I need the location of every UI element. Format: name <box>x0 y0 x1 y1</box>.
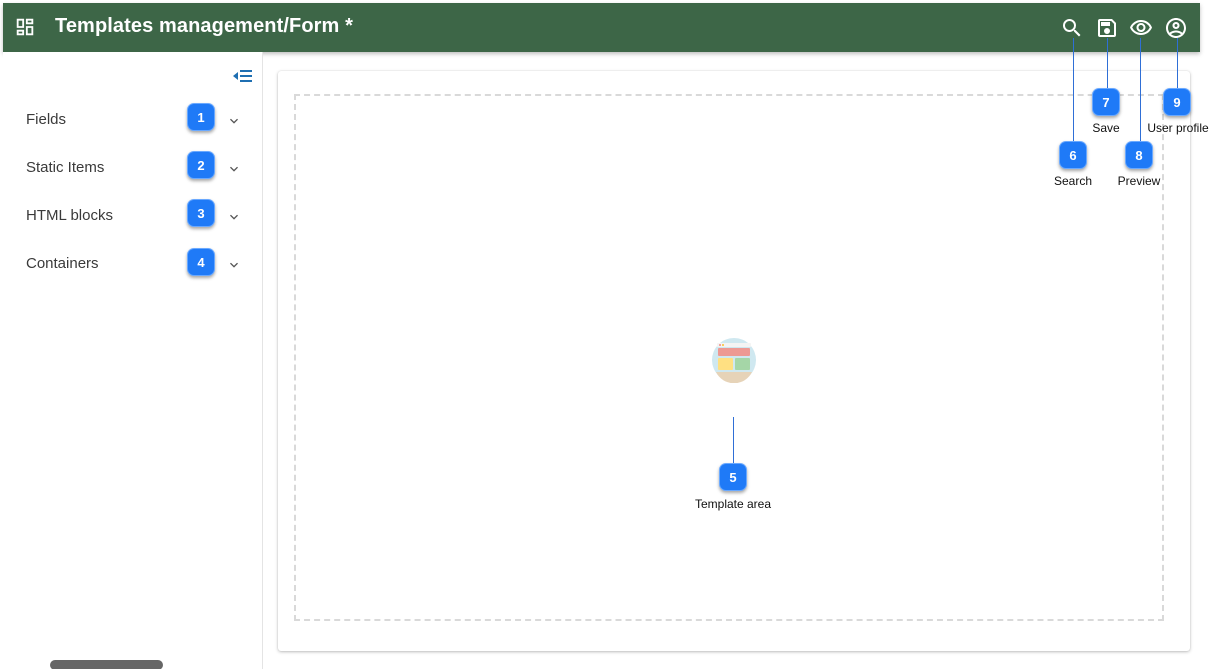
callout-badge-user-profile: 9 <box>1163 88 1191 116</box>
callout-badge-save: 7 <box>1092 88 1120 116</box>
app-header: Templates management/Form * <box>3 3 1200 52</box>
callout-label-save: Save <box>1092 121 1120 135</box>
sidebar: Fields Static Items HTML blocks Containe… <box>3 52 263 669</box>
sidebar-item-html-blocks[interactable]: HTML blocks <box>3 195 262 239</box>
callout-line-search <box>1073 38 1074 141</box>
callout-label-search: Search <box>1053 174 1093 188</box>
callout-line-save <box>1107 38 1108 88</box>
apps-icon[interactable] <box>14 16 36 38</box>
chevron-down-icon[interactable] <box>226 257 242 273</box>
callout-badge-html-blocks: 3 <box>187 199 215 227</box>
search-icon[interactable] <box>1060 16 1084 40</box>
horizontal-scrollbar[interactable] <box>50 660 163 669</box>
chevron-down-icon[interactable] <box>226 113 242 129</box>
chevron-down-icon[interactable] <box>226 161 242 177</box>
callout-label-template-area: Template area <box>694 497 772 511</box>
page-title: Templates management/Form * <box>55 15 353 37</box>
chevron-down-icon[interactable] <box>226 209 242 225</box>
save-icon[interactable] <box>1095 16 1119 40</box>
sidebar-item-label: Fields <box>26 111 67 128</box>
callout-badge-fields: 1 <box>187 103 215 131</box>
callout-badge-template-area: 5 <box>719 463 747 491</box>
callout-line-template-area <box>733 417 734 463</box>
sidebar-item-label: Static Items <box>26 159 105 176</box>
callout-label-preview: Preview <box>1117 174 1161 188</box>
template-layout-illustration-icon <box>712 338 756 383</box>
callout-line-user-profile <box>1177 38 1178 88</box>
preview-eye-icon[interactable] <box>1129 16 1153 40</box>
callout-badge-static-items: 2 <box>187 151 215 179</box>
sidebar-item-label: Containers <box>26 255 99 272</box>
sidebar-item-static-items[interactable]: Static Items <box>3 147 262 191</box>
collapse-menu-icon[interactable] <box>232 68 254 84</box>
callout-badge-containers: 4 <box>187 248 215 276</box>
sidebar-item-label: HTML blocks <box>26 207 113 224</box>
user-profile-icon[interactable] <box>1164 16 1188 40</box>
callout-badge-search: 6 <box>1059 141 1087 169</box>
callout-label-user-profile: User profile <box>1147 121 1209 135</box>
callout-badge-preview: 8 <box>1125 141 1153 169</box>
callout-line-preview <box>1140 38 1141 141</box>
sidebar-item-containers[interactable]: Containers <box>3 243 262 287</box>
sidebar-item-fields[interactable]: Fields <box>3 99 262 143</box>
